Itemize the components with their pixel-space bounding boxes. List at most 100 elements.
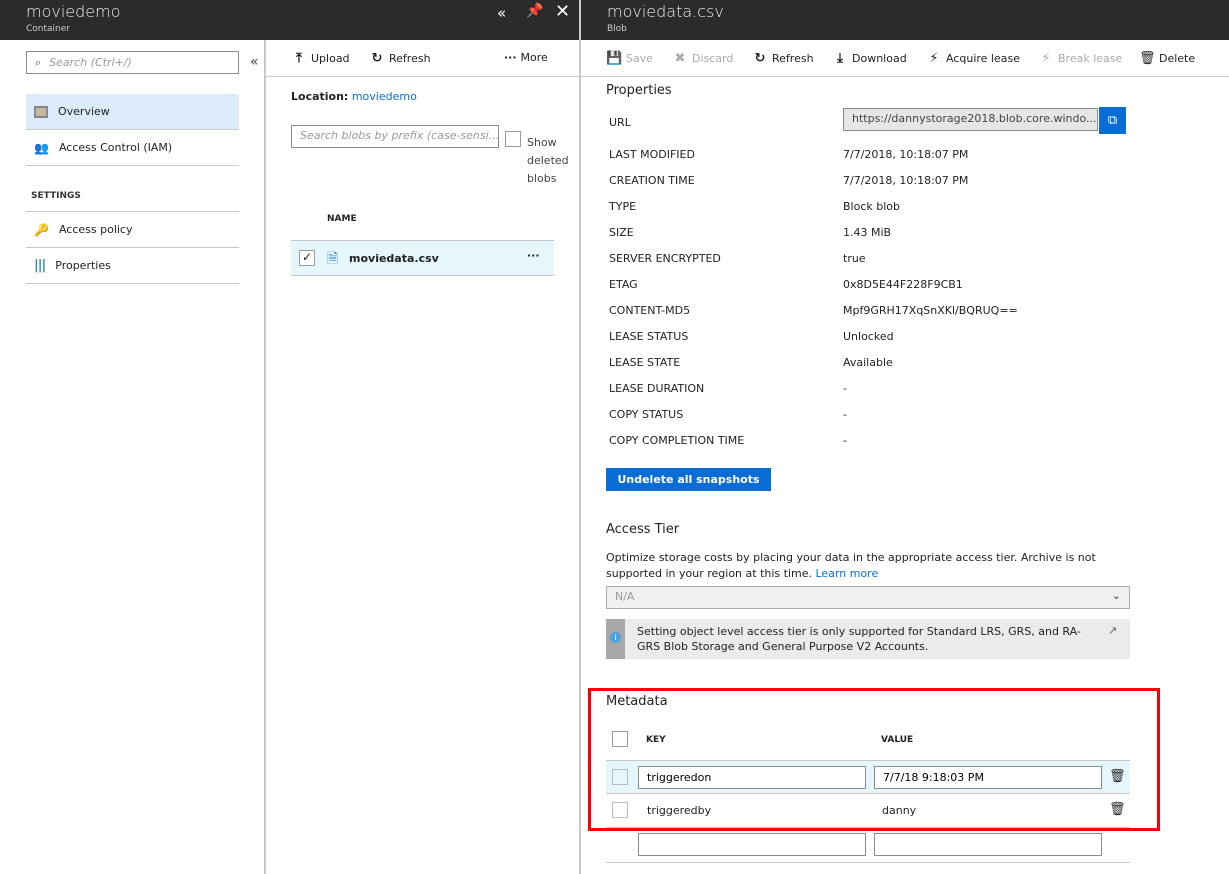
divider [606, 862, 1130, 863]
property-label: LEASE STATE [609, 356, 681, 369]
file-icon: 🗎 [327, 251, 339, 267]
property-label: SERVER ENCRYPTED [609, 252, 721, 265]
url-label: URL [609, 116, 631, 129]
nav-item-access-control[interactable]: 👥 Access Control (IAM) [26, 130, 239, 166]
upload-icon: ⤒ [296, 51, 302, 66]
blade-title: moviedemo [26, 2, 121, 21]
row-checkbox[interactable] [612, 802, 628, 818]
row-menu-icon[interactable]: ··· [527, 249, 540, 262]
property-label: COPY COMPLETION TIME [609, 434, 745, 447]
show-deleted-checkbox[interactable] [505, 131, 521, 147]
break-lease-button[interactable]: ⚡ Break lease [1038, 51, 1122, 66]
metadata-value: danny [882, 804, 917, 817]
row-checkbox[interactable] [612, 769, 628, 785]
access-tier-heading: Access Tier [606, 522, 680, 537]
save-icon: 💾 [606, 51, 623, 66]
name-column-header: NAME [327, 214, 357, 224]
container-blade-header: moviedemo Container « 📌 ✕ [0, 0, 579, 40]
blob-name[interactable]: moviedata.csv [349, 252, 439, 265]
info-icon: i [610, 632, 621, 643]
delete-label: Delete [1159, 52, 1196, 65]
refresh-blob-button[interactable]: ↻ Refresh [752, 51, 814, 66]
learn-more-link[interactable]: Learn more [816, 567, 879, 580]
property-label: SIZE [609, 226, 634, 239]
download-label: Download [852, 52, 907, 65]
trash-icon: 🗑 [1139, 51, 1156, 66]
save-button[interactable]: 💾 Save [606, 51, 653, 66]
blob-row[interactable]: ✓ 🗎 moviedata.csv ··· [291, 240, 554, 276]
trash-icon[interactable]: 🗑 [1109, 802, 1126, 817]
row-checkbox-checked[interactable]: ✓ [299, 250, 315, 266]
search-icon: ⌕ [35, 55, 42, 69]
property-label: LAST MODIFIED [609, 148, 695, 161]
new-metadata-value-input[interactable] [874, 833, 1102, 856]
download-button[interactable]: ⤓ Download [832, 51, 907, 66]
upload-button[interactable]: ⤒ Upload [291, 51, 349, 66]
collapse-menu-icon[interactable]: « [250, 54, 259, 70]
info-banner: i Setting object level access tier is on… [606, 619, 1130, 659]
overview-icon [34, 105, 48, 118]
property-value: Block blob [843, 200, 900, 213]
pane-divider [264, 40, 266, 874]
metadata-row[interactable]: triggeredby danny 🗑 [606, 794, 1130, 828]
metadata-value-input[interactable] [874, 766, 1102, 789]
refresh-button[interactable]: ↻ Refresh [369, 51, 431, 66]
metadata-key-input[interactable] [638, 766, 866, 789]
property-value: - [843, 434, 847, 447]
new-metadata-key-input[interactable] [638, 833, 866, 856]
more-label: More [520, 51, 548, 64]
properties-icon: ||| [34, 258, 46, 273]
external-link-icon[interactable]: ↗ [1108, 624, 1117, 637]
acquire-label: Acquire lease [946, 52, 1020, 65]
access-tier-select[interactable]: N/A ⌄ [606, 586, 1130, 609]
blade-divider [579, 0, 581, 874]
refresh-icon: ↻ [371, 51, 383, 66]
location-label: Location: [291, 90, 349, 103]
property-value: true [843, 252, 866, 265]
trash-icon[interactable]: 🗑 [1109, 769, 1126, 784]
property-value: - [843, 408, 847, 421]
metadata-key: triggeredby [647, 804, 712, 817]
blob-blade-header: moviedata.csv Blob [581, 0, 1229, 40]
discard-label: Discard [692, 52, 734, 65]
refresh-label: Refresh [772, 52, 814, 65]
key-column-header: KEY [646, 735, 666, 745]
location-link[interactable]: moviedemo [352, 90, 417, 103]
collapse-icon[interactable]: « [497, 4, 506, 22]
discard-button[interactable]: ✖ Discard [672, 51, 734, 66]
discard-icon: ✖ [674, 51, 686, 66]
property-label: CONTENT-MD5 [609, 304, 691, 317]
pin-icon[interactable]: 📌 [526, 3, 543, 19]
blade-title: moviedata.csv [607, 2, 724, 21]
more-button[interactable]: ··· More [504, 51, 548, 64]
property-value: 0x8D5E44F228F9CB1 [843, 278, 963, 291]
break-lease-icon: ⚡ [1041, 51, 1051, 66]
metadata-heading: Metadata [606, 694, 668, 709]
acquire-lease-button[interactable]: ⚡ Acquire lease [926, 51, 1020, 66]
nav-item-properties[interactable]: ||| Properties [26, 248, 239, 284]
blob-search-input[interactable]: Search blobs by prefix (case-sensi... [291, 125, 499, 148]
toolbar-divider [581, 76, 1229, 77]
property-value: - [843, 382, 847, 395]
toolbar-divider [266, 76, 579, 77]
url-field[interactable]: https://dannystorage2018.blob.core.windo… [843, 108, 1098, 131]
property-value: 7/7/2018, 10:18:07 PM [843, 148, 969, 161]
nav-item-access-policy[interactable]: 🔑 Access policy [26, 212, 239, 248]
copy-url-button[interactable]: ⧉ [1099, 107, 1126, 134]
property-value: 7/7/2018, 10:18:07 PM [843, 174, 969, 187]
property-label: ETAG [609, 278, 638, 291]
close-icon[interactable]: ✕ [555, 1, 570, 22]
property-label: LEASE DURATION [609, 382, 705, 395]
metadata-row[interactable]: 🗑 [606, 760, 1130, 794]
properties-heading: Properties [606, 83, 672, 98]
more-icon: ··· [504, 51, 517, 64]
property-label: COPY STATUS [609, 408, 684, 421]
lease-icon: ⚡ [929, 51, 939, 66]
select-all-checkbox[interactable] [612, 731, 628, 747]
nav-label: Properties [55, 259, 111, 272]
undelete-snapshots-button[interactable]: Undelete all snapshots [606, 468, 771, 491]
nav-label: Access Control (IAM) [58, 141, 173, 154]
nav-search-input[interactable]: ⌕ Search (Ctrl+/) [26, 51, 239, 74]
nav-item-overview[interactable]: Overview [26, 94, 239, 130]
delete-button[interactable]: 🗑 Delete [1139, 51, 1195, 66]
